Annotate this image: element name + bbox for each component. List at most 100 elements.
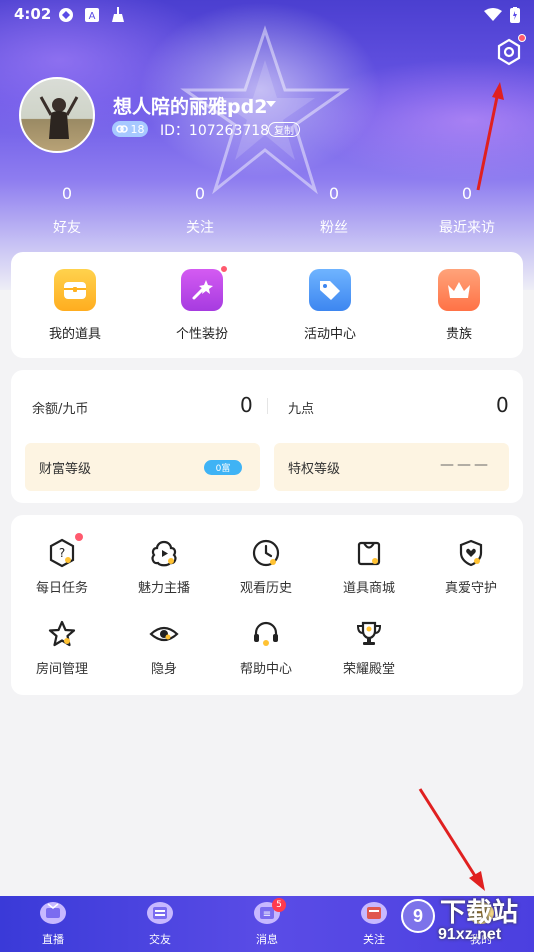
menu-hall-of-honor[interactable]: 荣耀殿堂	[319, 619, 419, 677]
feature-my-props[interactable]: 我的道具	[25, 269, 125, 342]
menu-charm-anchor[interactable]: 魅力主播	[114, 538, 214, 596]
nav-friends[interactable]: 交友	[125, 900, 195, 947]
nav-label: 直播	[42, 933, 64, 946]
menu-label: 荣耀殿堂	[342, 662, 395, 677]
feature-nobility[interactable]: 贵族	[409, 269, 509, 342]
svg-text:9: 9	[413, 906, 423, 926]
balance-card: 余额/九币 0 九点 0 财富等级 0富 特权等级 ———	[11, 370, 523, 503]
star-icon	[47, 619, 77, 649]
wealth-level-label: 财富等级	[39, 462, 92, 477]
stat-friends[interactable]: 0 好友	[22, 184, 112, 237]
broom-icon	[112, 7, 124, 22]
menu-grid-card: ? 每日任务 魅力主播 观看历史 道具商城 真爱守护 房间管理 隐身 帮助中心 …	[11, 515, 523, 695]
stat-fans[interactable]: 0 粉丝	[289, 184, 379, 237]
menu-invisible[interactable]: 隐身	[114, 619, 214, 677]
feature-personal-dress[interactable]: 个性装扮	[152, 265, 252, 342]
wifi-icon	[484, 8, 502, 21]
privilege-level-label: 特权等级	[288, 462, 341, 477]
wealth-level-badge: 0富	[204, 460, 242, 475]
watermark-title: 下载站	[440, 897, 519, 927]
menu-label: 道具商城	[342, 581, 395, 596]
tag-icon	[309, 269, 351, 311]
nav-label: 消息	[256, 933, 278, 946]
treasure-chest-icon	[54, 269, 96, 311]
status-time: 4:02	[14, 5, 52, 23]
menu-help-center[interactable]: 帮助中心	[216, 619, 316, 677]
menu-label: 帮助中心	[239, 662, 292, 677]
level-value: 18	[130, 122, 145, 136]
stat-value: 0	[61, 184, 73, 203]
feature-notification-dot	[220, 265, 228, 273]
copy-id-button[interactable]: 复制	[268, 122, 300, 137]
friends-icon	[146, 900, 174, 926]
stat-label: 粉丝	[320, 220, 348, 236]
status-bar: 4:02 A	[0, 0, 534, 30]
stat-value: 0	[194, 184, 206, 203]
stat-value: 0	[461, 184, 473, 203]
daily-task-icon: ?	[47, 533, 83, 568]
message-count-badge: 5	[272, 898, 286, 912]
clock-icon	[251, 538, 281, 568]
menu-label: 房间管理	[35, 662, 88, 677]
link-icon	[115, 125, 128, 133]
follow-icon	[360, 900, 388, 926]
eye-icon	[149, 619, 179, 649]
stat-value: 0	[328, 184, 340, 203]
magic-wand-icon	[181, 265, 228, 311]
nav-live[interactable]: 直播	[18, 900, 88, 947]
feature-label: 贵族	[445, 327, 472, 342]
svg-text:?: ?	[59, 546, 65, 560]
divider	[267, 398, 268, 414]
coins-label: 余额/九币	[32, 402, 89, 417]
annotation-arrow-mine	[418, 788, 485, 891]
shopping-bag-icon	[354, 538, 384, 568]
message-icon: ≡ 5	[253, 898, 286, 926]
crown-icon	[438, 269, 480, 311]
feature-label: 活动中心	[303, 327, 356, 342]
feature-activity-center[interactable]: 活动中心	[280, 269, 380, 342]
feature-card: 我的道具 个性装扮 活动中心 贵族	[11, 252, 523, 358]
wealth-level-box[interactable]: 财富等级 0富	[25, 443, 260, 491]
avatar[interactable]	[19, 77, 95, 153]
menu-label: 每日任务	[35, 581, 88, 596]
privilege-level-value: ———	[440, 457, 491, 473]
coins-value[interactable]: 0	[240, 393, 253, 417]
site-watermark: 9 下载站 91xz.net	[400, 880, 534, 952]
trophy-icon	[354, 619, 384, 649]
menu-daily-task[interactable]: ? 每日任务	[12, 533, 112, 596]
stat-following[interactable]: 0 关注	[155, 184, 245, 237]
live-icon	[39, 900, 67, 926]
menu-label: 隐身	[150, 662, 177, 677]
points-value[interactable]: 0	[496, 393, 509, 417]
user-id: ID：107263718	[160, 123, 270, 139]
stat-recent-visitors[interactable]: 0 最近来访	[422, 184, 512, 237]
charm-anchor-icon	[149, 538, 179, 568]
settings-button[interactable]	[494, 34, 526, 67]
nickname[interactable]: 想人陪的丽雅pd2	[113, 92, 267, 119]
svg-text:A: A	[89, 11, 96, 22]
privilege-level-box[interactable]: 特权等级 ———	[274, 443, 509, 491]
nav-label: 交友	[149, 933, 171, 946]
menu-watch-history[interactable]: 观看历史	[216, 538, 316, 596]
sync-icon	[59, 8, 73, 22]
chevron-down-icon[interactable]	[266, 101, 276, 107]
feature-label: 我的道具	[48, 327, 101, 342]
menu-room-management[interactable]: 房间管理	[12, 619, 112, 677]
app-a-icon: A	[85, 8, 99, 22]
battery-icon	[510, 7, 520, 23]
headset-icon	[251, 619, 281, 649]
stat-label: 最近来访	[439, 220, 495, 236]
svg-text:≡: ≡	[263, 909, 271, 920]
menu-prop-mall[interactable]: 道具商城	[319, 538, 419, 596]
nav-messages[interactable]: ≡ 5 消息	[232, 898, 302, 947]
stat-label: 好友	[53, 220, 81, 236]
settings-notification-dot	[518, 34, 526, 42]
menu-label: 真爱守护	[444, 581, 497, 596]
nav-follow[interactable]: 关注	[339, 900, 409, 947]
menu-notification-dot	[75, 533, 83, 541]
menu-label: 观看历史	[239, 581, 292, 596]
level-badge: 18	[112, 121, 148, 137]
feature-label: 个性装扮	[175, 327, 228, 342]
menu-true-love-guard[interactable]: 真爱守护	[421, 538, 521, 596]
heart-shield-icon	[456, 538, 486, 568]
